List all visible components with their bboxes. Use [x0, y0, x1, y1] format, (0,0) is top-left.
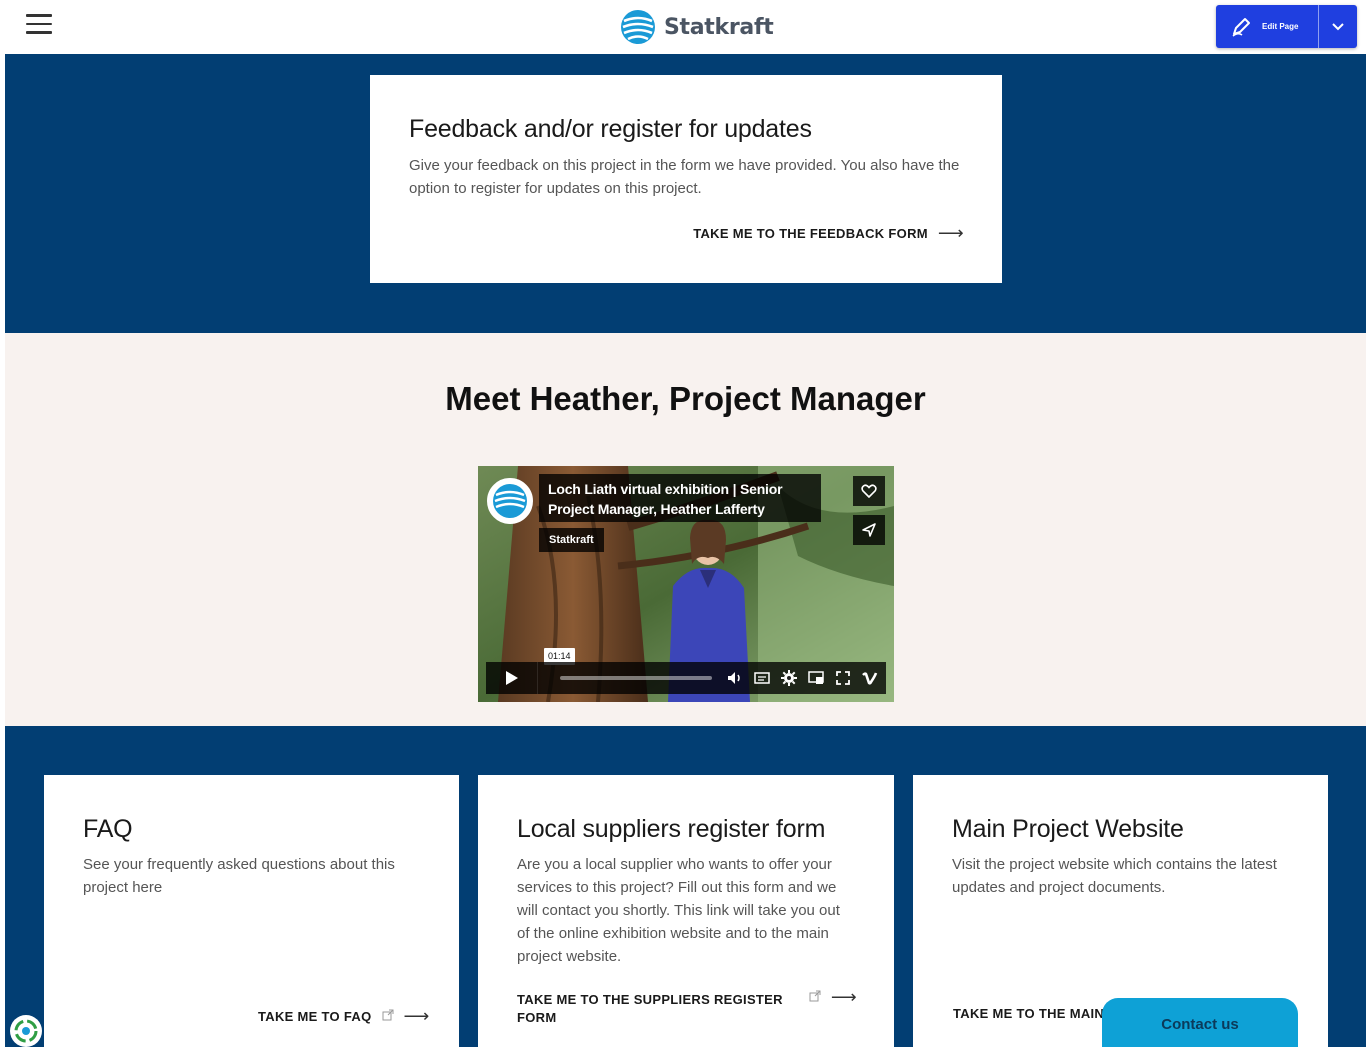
suppliers-body: Are you a local supplier who wants to of… [517, 856, 840, 965]
arrow-right-icon: ⟶ [403, 1006, 430, 1026]
faq-title: FAQ [83, 815, 133, 843]
project-website-body: Visit the project website which contains… [952, 856, 1277, 896]
edit-page-button[interactable]: Edit Page [1216, 5, 1357, 48]
video-controls [486, 662, 886, 694]
suppliers-form-link[interactable]: TAKE ME TO THE SUPPLIERS REGISTER FORM ⟶ [517, 987, 857, 1027]
feedback-form-link[interactable]: TAKE ME TO THE FEEDBACK FORM ⟶ [693, 223, 964, 244]
share-icon[interactable] [853, 515, 885, 545]
statkraft-logo-icon [493, 484, 527, 518]
faq-link-label: TAKE ME TO FAQ [258, 1009, 372, 1024]
fullscreen-icon[interactable] [834, 669, 852, 687]
arrow-right-icon: ⟶ [937, 223, 964, 243]
arrow-right-icon: ⟶ [830, 987, 857, 1007]
pencil-icon [1232, 17, 1250, 37]
picture-in-picture-icon[interactable] [807, 669, 825, 687]
page: Statkraft Edit Page Feedback and/or regi… [0, 0, 1371, 1047]
faq-body: See your frequently asked questions abou… [83, 856, 395, 896]
project-website-title: Main Project Website [952, 815, 1184, 843]
contact-us-button[interactable]: Contact us [1102, 998, 1298, 1047]
project-website-link-label: TAKE ME TO THE MAIN [953, 1006, 1105, 1021]
brand-name: Statkraft [664, 14, 774, 40]
recycle-badge-icon[interactable] [10, 1015, 42, 1047]
statkraft-logo-icon [621, 10, 655, 44]
feedback-body: Give your feedback on this project in th… [409, 157, 960, 197]
suppliers-form-link-label: TAKE ME TO THE SUPPLIERS REGISTER FORM [517, 992, 783, 1025]
menu-icon[interactable] [26, 14, 52, 38]
external-link-icon [382, 1009, 394, 1024]
play-icon[interactable] [486, 662, 538, 694]
heart-icon[interactable] [853, 476, 885, 506]
video-channel[interactable]: Statkraft [539, 528, 604, 552]
vimeo-logo-icon[interactable] [861, 669, 879, 687]
volume-icon[interactable] [726, 669, 744, 687]
chevron-down-icon[interactable] [1319, 5, 1357, 48]
external-link-icon [809, 990, 821, 1005]
edit-page-main[interactable]: Edit Page [1216, 5, 1318, 48]
top-bar: Statkraft Edit Page [0, 0, 1371, 54]
video-title[interactable]: Loch Liath virtual exhibition | Senior P… [539, 474, 821, 522]
faq-link[interactable]: TAKE ME TO FAQ ⟶ [258, 1006, 430, 1027]
edit-page-label: Edit Page [1262, 22, 1299, 31]
captions-icon[interactable] [753, 669, 771, 687]
video-player[interactable]: Loch Liath virtual exhibition | Senior P… [478, 466, 894, 702]
feedback-title: Feedback and/or register for updates [409, 115, 812, 143]
meet-heading: Meet Heather, Project Manager [445, 380, 926, 417]
faq-card: FAQ See your frequently asked questions … [44, 775, 459, 1047]
feedback-card: Feedback and/or register for updates Giv… [370, 75, 1002, 283]
project-website-link[interactable]: TAKE ME TO THE MAIN [953, 1006, 1104, 1021]
settings-gear-icon[interactable] [780, 669, 798, 687]
suppliers-title: Local suppliers register form [517, 815, 826, 843]
brand-logo[interactable]: Statkraft [620, 8, 774, 46]
channel-avatar[interactable] [487, 478, 533, 524]
feedback-form-link-label: TAKE ME TO THE FEEDBACK FORM [693, 226, 928, 241]
video-progress-bar[interactable] [560, 676, 712, 680]
suppliers-card: Local suppliers register form Are you a … [478, 775, 894, 1047]
